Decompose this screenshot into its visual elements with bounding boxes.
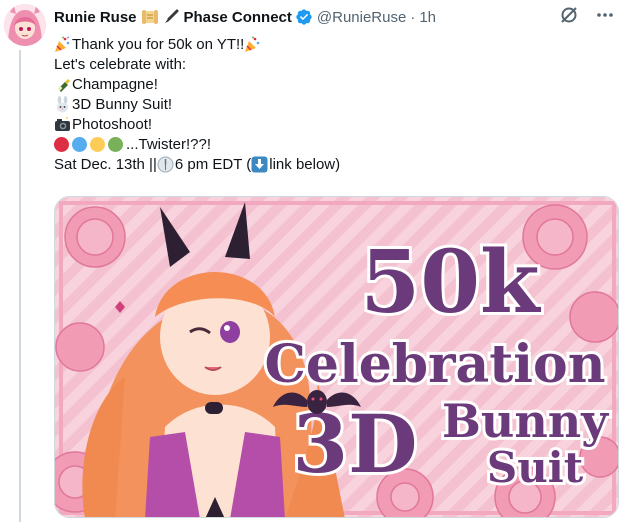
text-line-schedule: Sat Dec. 13th || 6 pm EDT ( link below) <box>54 154 619 174</box>
party-popper-icon <box>244 36 261 53</box>
separator-dot: · <box>410 8 416 26</box>
clock-icon <box>157 156 174 173</box>
text-twister: ...Twister!??! <box>126 135 212 153</box>
text-time: 6 pm EDT ( <box>174 155 252 173</box>
post-content: Runie Ruse Phase Connect @RunieRuse · 1h <box>54 0 619 518</box>
text-thanks: Thank you for 50k on YT!! <box>72 35 245 53</box>
verified-badge-icon <box>295 8 313 26</box>
rabbit-icon <box>54 95 71 113</box>
avatar[interactable] <box>4 4 46 46</box>
banner-title-celebration: Celebration <box>264 334 605 395</box>
text-line-thanks: Thank you for 50k on YT!! <box>54 34 619 54</box>
text-photoshoot: Photoshoot! <box>72 115 153 133</box>
text-line-celebrate: Let's celebrate with: <box>54 54 619 74</box>
text-link-below: link below) <box>269 155 341 173</box>
scroll-icon <box>141 9 159 25</box>
author-name[interactable]: Runie Ruse <box>54 9 137 26</box>
down-arrow-icon <box>251 156 268 173</box>
author-handle[interactable]: @RunieRuse <box>317 9 406 26</box>
champagne-icon <box>54 76 71 93</box>
affiliation-name[interactable]: Phase Connect <box>184 9 292 26</box>
text-celebrate: Let's celebrate with: <box>54 55 187 73</box>
text-date: Sat Dec. 13th || <box>54 155 157 173</box>
green-circle-icon <box>108 136 123 152</box>
yellow-circle-icon <box>90 136 105 152</box>
banner-title-50k: 50k <box>360 232 542 333</box>
banner-title-bunny: Bunny <box>442 394 609 448</box>
brush-icon <box>163 9 179 25</box>
text-line-photoshoot: Photoshoot! <box>54 114 619 134</box>
text-line-champagne: Champagne! <box>54 74 619 94</box>
more-icon[interactable] <box>595 5 615 29</box>
thread-line <box>19 50 21 522</box>
camera-flash-icon <box>54 116 71 133</box>
text-champagne: Champagne! <box>72 75 158 93</box>
text-line-bunny: 3D Bunny Suit! <box>54 94 619 114</box>
blue-circle-icon <box>72 136 87 152</box>
post-text: Thank you for 50k on YT!! Let's celebrat… <box>54 34 619 174</box>
post-header: Runie Ruse Phase Connect @RunieRuse · 1h <box>54 0 619 34</box>
post-timestamp[interactable]: 1h <box>419 9 436 26</box>
avatar-column <box>4 4 50 46</box>
text-line-twister: ...Twister!??! <box>54 134 619 154</box>
red-circle-icon <box>54 136 69 152</box>
banner-title-suit: Suit <box>487 443 584 492</box>
grok-icon[interactable] <box>559 5 579 29</box>
text-bunny-suit: 3D Bunny Suit! <box>72 95 173 113</box>
party-popper-icon <box>54 35 71 53</box>
post-media-image[interactable]: 50k Celebration 3D Bunny Suit <box>54 196 619 518</box>
header-actions <box>559 5 619 29</box>
